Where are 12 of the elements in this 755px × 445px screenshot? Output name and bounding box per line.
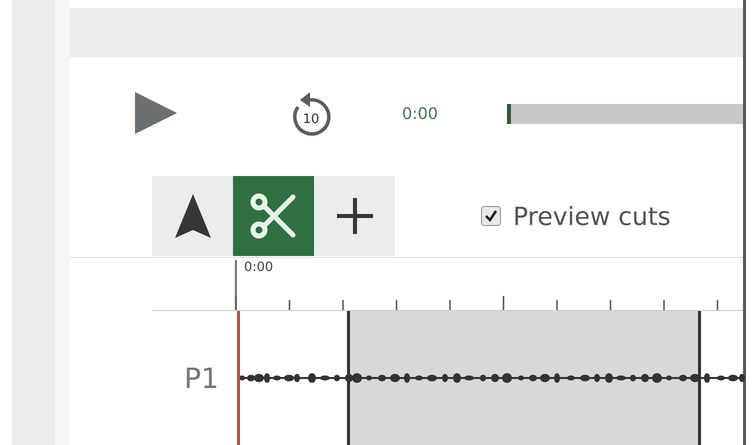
scissors-icon — [248, 191, 298, 241]
time-label: 0:00 — [402, 104, 439, 122]
play-icon[interactable] — [133, 90, 179, 136]
plus-icon — [334, 196, 374, 236]
cut-selection[interactable] — [346, 311, 701, 445]
ruler-time-label: 0:00 — [244, 260, 274, 275]
preview-cuts-label: Preview cuts — [513, 202, 671, 230]
preview-cuts-checkbox[interactable] — [481, 206, 501, 226]
arrow-icon — [172, 192, 212, 240]
scissors-tool-button[interactable] — [233, 176, 314, 256]
track-label: P1 — [183, 361, 220, 397]
playhead[interactable] — [236, 311, 240, 445]
